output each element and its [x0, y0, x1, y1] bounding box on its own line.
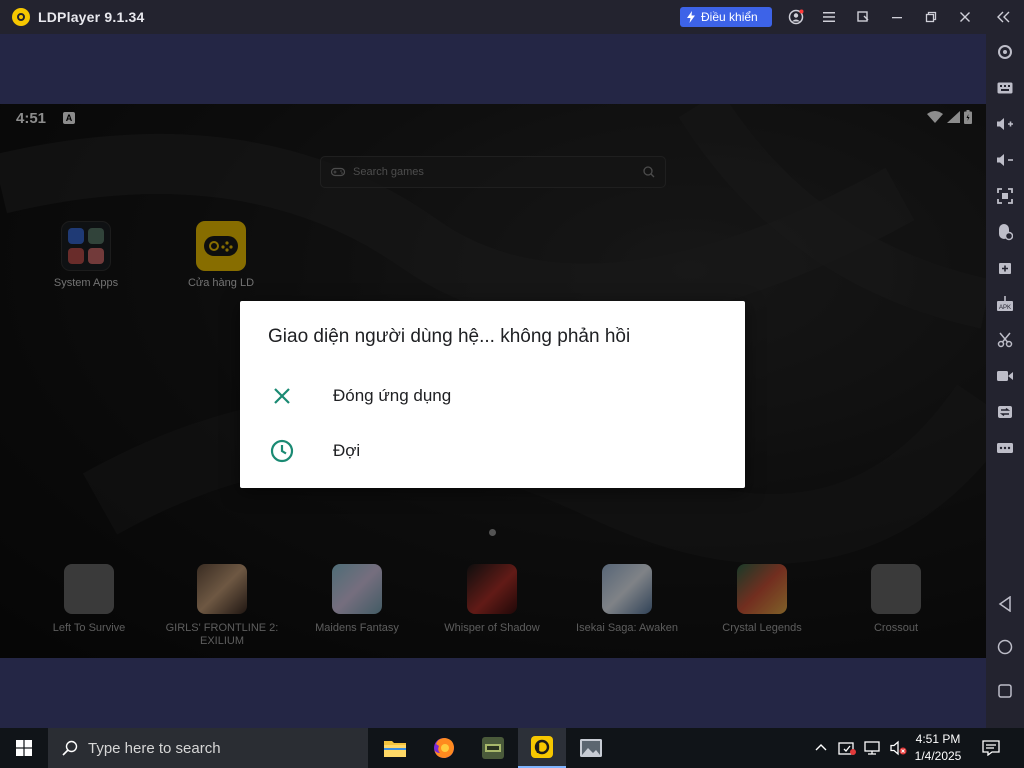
dialog-title: Giao diện người dùng hệ... không phản hồ… — [268, 326, 631, 347]
clock-icon — [269, 438, 295, 464]
keyboard-icon[interactable] — [995, 78, 1015, 98]
taskbar-search-input[interactable] — [88, 739, 348, 757]
minimize-icon[interactable] — [888, 8, 906, 26]
record-video-icon[interactable] — [995, 366, 1015, 386]
firefox-icon[interactable] — [420, 728, 468, 768]
wait-option[interactable]: Đợi — [240, 425, 745, 477]
photos-app-icon[interactable] — [567, 728, 615, 768]
windows-start-icon[interactable] — [0, 728, 48, 768]
emulator-sidebar: APK — [986, 34, 1024, 728]
svg-text:APK: APK — [999, 305, 1011, 311]
network-icon[interactable] — [864, 740, 882, 756]
account-icon[interactable] — [787, 8, 805, 26]
control-button-label: Điều khiển — [701, 10, 758, 24]
desktop: LDPlayer 9.1.34 Điều khiển 4:51 A Search… — [0, 0, 1024, 768]
taskbar-clock[interactable]: 4:51 PM 1/4/2025 — [903, 731, 973, 765]
volume-up-icon[interactable] — [995, 114, 1015, 134]
control-button[interactable]: Điều khiển — [680, 7, 772, 27]
file-explorer-icon[interactable] — [371, 728, 419, 768]
not-responding-dialog: Giao diện người dùng hệ... không phản hồ… — [240, 301, 745, 488]
close-app-option[interactable]: Đóng ứng dụng — [240, 370, 745, 422]
mouse-lock-icon[interactable] — [995, 222, 1015, 242]
android-screen: 4:51 A System Apps Cửa hàng LD — [0, 104, 986, 658]
emulator-bottom-band — [0, 658, 986, 728]
close-app-label: Đóng ứng dụng — [333, 386, 452, 405]
lightning-icon — [687, 11, 695, 23]
clock-date: 1/4/2025 — [914, 749, 962, 763]
fullscreen-icon[interactable] — [995, 186, 1015, 206]
wait-label: Đợi — [333, 441, 361, 460]
taskbar-search-box[interactable] — [48, 728, 368, 768]
close-window-icon[interactable] — [956, 8, 974, 26]
ldplayer-logo-icon — [12, 8, 30, 26]
popout-icon[interactable] — [854, 8, 872, 26]
home-icon[interactable] — [995, 637, 1015, 657]
window-title: LDPlayer 9.1.34 — [38, 9, 145, 25]
restore-icon[interactable] — [922, 8, 940, 26]
system-tray — [814, 728, 908, 768]
add-instance-icon[interactable] — [995, 258, 1015, 278]
apk-install-icon[interactable]: APK — [995, 294, 1015, 314]
close-icon — [269, 383, 295, 409]
notification-center-icon[interactable] — [976, 728, 1006, 768]
back-icon[interactable] — [995, 594, 1015, 614]
settings-gear-icon[interactable] — [995, 42, 1015, 62]
more-options-icon[interactable] — [995, 438, 1015, 458]
clock-time: 4:51 PM — [915, 732, 961, 746]
menu-icon[interactable] — [820, 8, 838, 26]
volume-down-icon[interactable] — [995, 150, 1015, 170]
collapse-sidebar-icon[interactable] — [995, 8, 1013, 26]
sync-icon[interactable] — [995, 402, 1015, 422]
chevron-up-icon[interactable] — [814, 741, 828, 755]
search-icon — [62, 740, 78, 756]
security-icon[interactable] — [838, 740, 856, 756]
scissors-icon[interactable] — [995, 330, 1015, 350]
windows-taskbar: 4:51 PM 1/4/2025 — [0, 728, 1024, 768]
game-app-icon[interactable] — [469, 728, 517, 768]
emulator-top-band — [0, 34, 986, 104]
ldplayer-taskbar-icon[interactable] — [518, 728, 566, 768]
emulator-titlebar: LDPlayer 9.1.34 Điều khiển — [0, 0, 1024, 34]
recents-icon[interactable] — [995, 681, 1015, 701]
